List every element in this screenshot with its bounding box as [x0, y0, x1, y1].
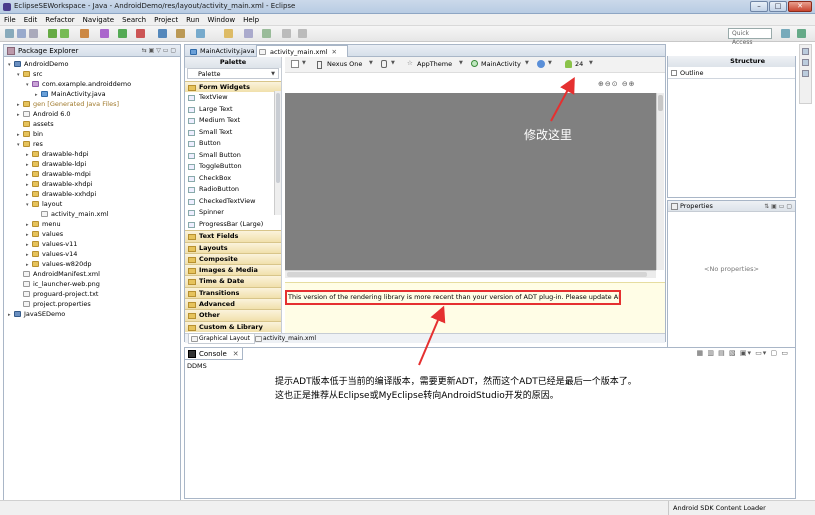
annotation-arrows	[418, 76, 575, 366]
arrow-to-api-selector	[550, 76, 575, 122]
annotation-explanation-line2: 这也正是推荐从Eclipse或MyEclipse转向AndroidStudio开…	[275, 391, 559, 401]
arrow-to-error-message	[418, 305, 446, 366]
annotation-explanation-line1: 提示ADT版本低于当前的编译版本，需要更新ADT，然而这个ADT已经是最后一个版…	[275, 377, 637, 387]
annotation-modify-here: 修改这里	[524, 128, 573, 142]
